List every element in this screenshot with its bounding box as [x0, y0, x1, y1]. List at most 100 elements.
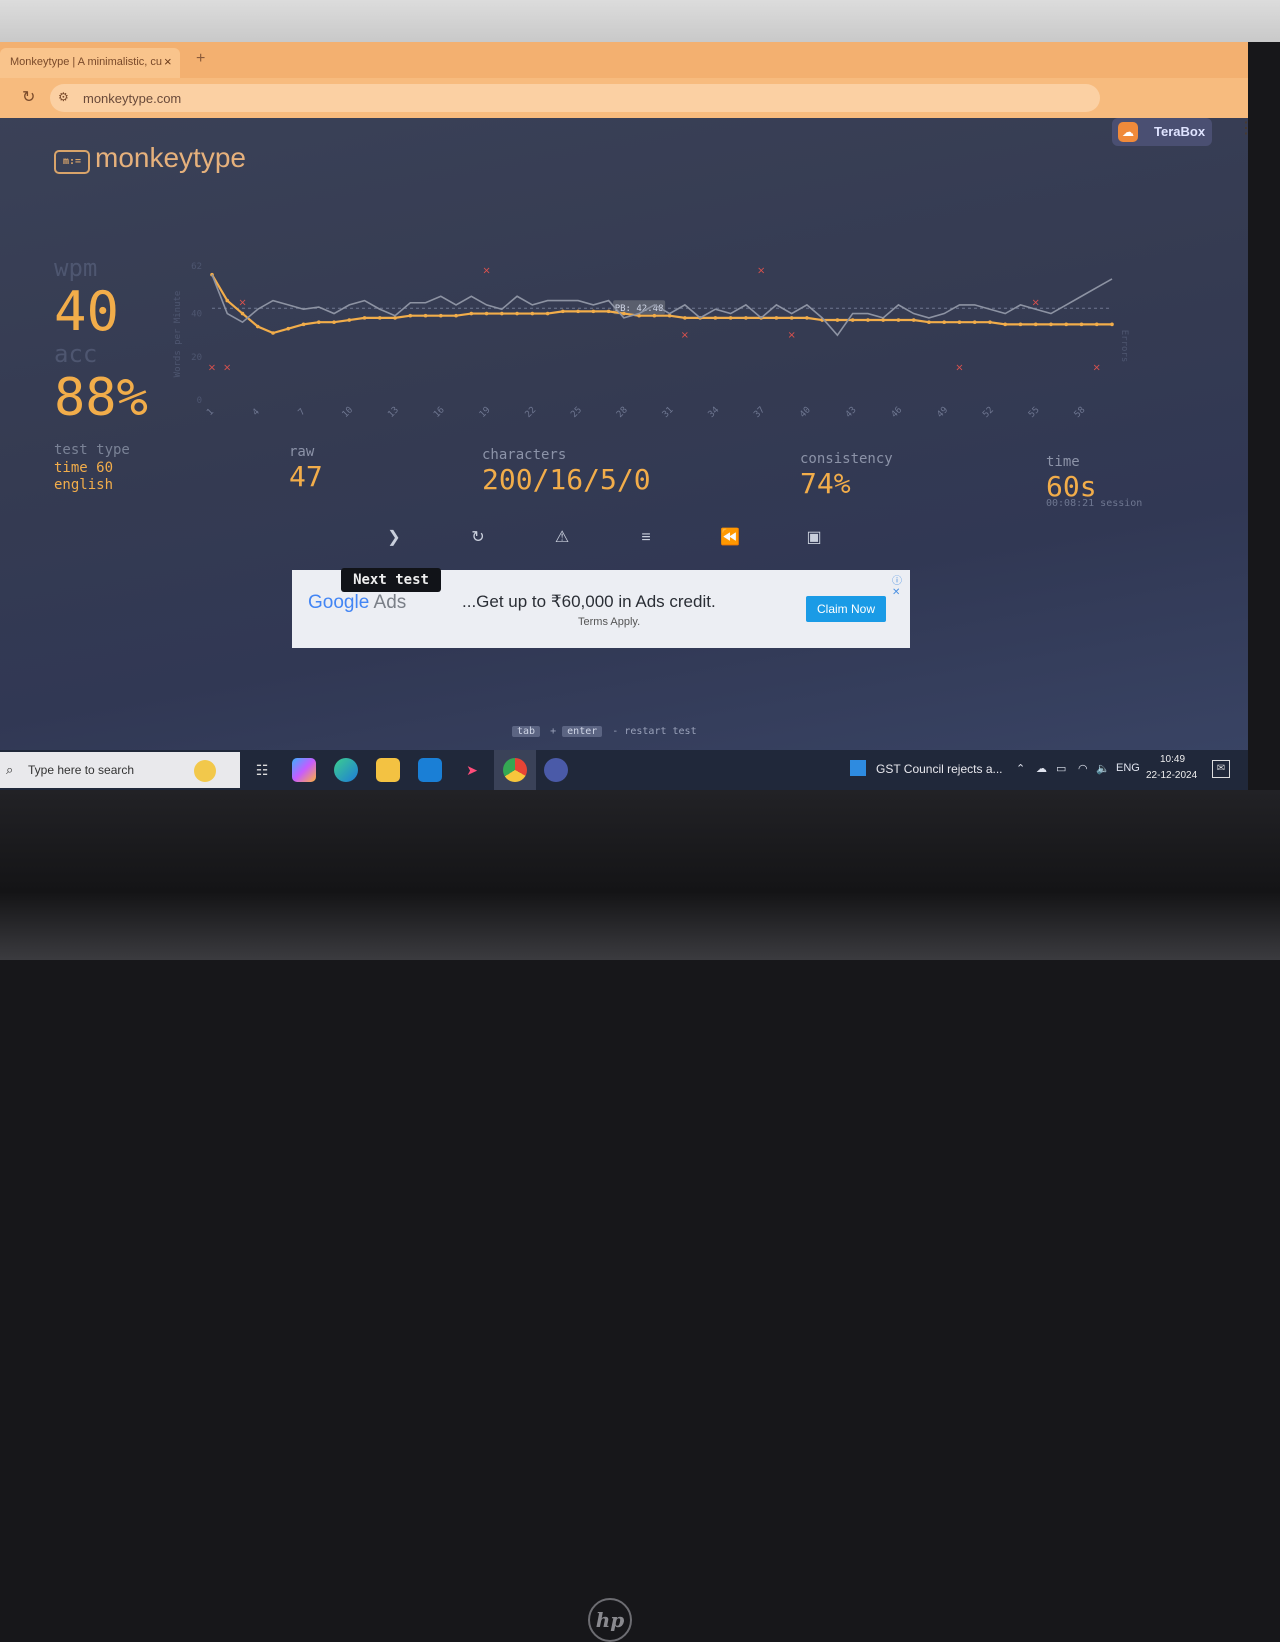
x-tick-label: 1	[205, 407, 216, 418]
wpm-point	[1003, 322, 1008, 327]
consistency-value: 74%	[800, 467, 851, 500]
wpm-point	[561, 309, 565, 314]
x-tick-label: 55	[1027, 405, 1042, 420]
tray-chevron-icon[interactable]: ⌃	[1016, 762, 1025, 775]
url-text: monkeytype.com	[83, 91, 182, 106]
restart-icon[interactable]: ↻	[464, 524, 492, 552]
network-cloud-icon[interactable]: ☁	[1036, 762, 1047, 775]
wpm-point	[1110, 322, 1114, 327]
tab-key: tab	[512, 726, 541, 737]
wpm-point	[774, 316, 779, 320]
y2-axis-label: Errors	[1119, 330, 1129, 363]
x-tick-label: 7	[297, 407, 308, 418]
x-tick-label: 13	[386, 405, 401, 420]
wpm-label: wpm	[54, 254, 98, 282]
y-tick-label: 20	[191, 353, 202, 363]
time-label: time	[1046, 454, 1080, 470]
chrome-icon[interactable]	[503, 758, 527, 782]
error-point: ×	[223, 363, 231, 374]
news-headline[interactable]: GST Council rejects a...	[876, 762, 1003, 776]
word-history-icon[interactable]: ≡	[632, 524, 660, 552]
plus-sign: +	[550, 726, 557, 737]
clock-time[interactable]: 10:49	[1160, 754, 1185, 765]
wpm-point	[606, 309, 611, 314]
reload-icon[interactable]: ↻	[22, 87, 35, 107]
consistency-label: consistency	[800, 451, 893, 467]
wpm-point	[1094, 322, 1099, 327]
wpm-point	[1064, 322, 1069, 327]
error-point: ×	[787, 330, 795, 341]
site-info-icon[interactable]: ⚙	[58, 90, 69, 104]
copilot-icon[interactable]	[292, 758, 316, 782]
error-point: ×	[1032, 298, 1040, 309]
browser-tab-strip: Monkeytype | A minimalistic, cu × +	[0, 42, 1248, 78]
error-point: ×	[955, 363, 963, 374]
battery-icon[interactable]: ▭	[1056, 762, 1066, 775]
x-tick-label: 34	[707, 405, 722, 420]
wpm-point	[789, 316, 794, 320]
wpm-point	[439, 313, 443, 318]
wpm-point	[911, 318, 916, 322]
outlook-icon[interactable]	[418, 758, 442, 782]
x-tick-label: 49	[935, 405, 950, 420]
x-tick-label: 37	[752, 405, 767, 420]
browser-menu-icon[interactable]: ⋮	[1238, 118, 1248, 138]
volume-icon[interactable]: 🔈	[1096, 762, 1110, 775]
wpm-point	[713, 316, 718, 320]
address-bar[interactable]: ⚙ monkeytype.com	[50, 84, 1100, 112]
notification-icon[interactable]: ✉	[1212, 760, 1230, 778]
wpm-point	[240, 311, 245, 316]
wpm-point	[362, 316, 367, 320]
keyboard-logo-icon[interactable]: m:=	[54, 150, 90, 174]
warning-icon[interactable]: ⚠	[548, 524, 576, 552]
terabox-extension-button[interactable]: ☁ TeraBox	[1112, 118, 1212, 146]
screenshot-icon[interactable]: ▣	[800, 524, 828, 552]
wpm-point	[591, 309, 596, 314]
wpm-point	[728, 316, 733, 320]
wpm-point	[942, 320, 947, 324]
wpm-point	[545, 311, 550, 316]
claim-now-button[interactable]: Claim Now	[806, 596, 886, 622]
x-tick-label: 10	[341, 405, 356, 420]
wpm-point	[957, 320, 962, 324]
x-tick-label: 31	[661, 405, 676, 420]
wpm-point	[454, 313, 458, 318]
app-icon-2[interactable]	[544, 758, 568, 782]
tab-close-icon[interactable]: ×	[164, 54, 172, 69]
next-test-tooltip: Next test	[341, 568, 441, 592]
wifi-icon[interactable]: ◠	[1078, 762, 1088, 775]
search-highlight-icon	[194, 760, 216, 782]
browser-tab[interactable]: Monkeytype | A minimalistic, cu ×	[0, 48, 180, 78]
error-point: ×	[1093, 363, 1101, 374]
wpm-point	[408, 313, 413, 318]
x-tick-label: 4	[251, 407, 262, 418]
language-indicator[interactable]: ENG	[1116, 762, 1140, 774]
wpm-point	[1033, 322, 1038, 327]
y-tick-label: 40	[191, 310, 202, 320]
file-explorer-icon[interactable]	[376, 758, 400, 782]
wpm-point	[1079, 322, 1084, 327]
wpm-point	[286, 326, 291, 331]
wpm-point	[805, 316, 809, 320]
task-view-icon[interactable]: ☷	[250, 758, 274, 782]
replay-icon[interactable]: ⏪	[716, 524, 744, 552]
next-test-icon[interactable]: ❯	[380, 524, 408, 552]
app-icon[interactable]: ➤	[460, 758, 484, 782]
error-point: ×	[757, 265, 765, 276]
test-type-label: test type	[54, 442, 130, 458]
laptop-bezel-top	[0, 0, 1280, 42]
google-ads-logo: Google Ads	[308, 592, 407, 613]
logo-text[interactable]: monkeytype	[95, 142, 246, 174]
taskbar-search[interactable]: ⌕ Type here to search	[0, 752, 240, 788]
ad-close-icon[interactable]: ⓘ ✕	[892, 572, 910, 598]
wpm-point	[927, 320, 931, 324]
wpm-point	[515, 311, 519, 316]
clock-date[interactable]: 22-12-2024	[1146, 770, 1197, 781]
wpm-point	[530, 311, 535, 316]
wpm-point	[622, 311, 626, 316]
edge-icon[interactable]	[334, 758, 358, 782]
tab-title: Monkeytype | A minimalistic, cu	[10, 56, 163, 68]
session-time: 00:08:21 session	[1046, 498, 1143, 509]
new-tab-button[interactable]: +	[196, 50, 205, 68]
search-icon: ⌕	[6, 762, 14, 777]
